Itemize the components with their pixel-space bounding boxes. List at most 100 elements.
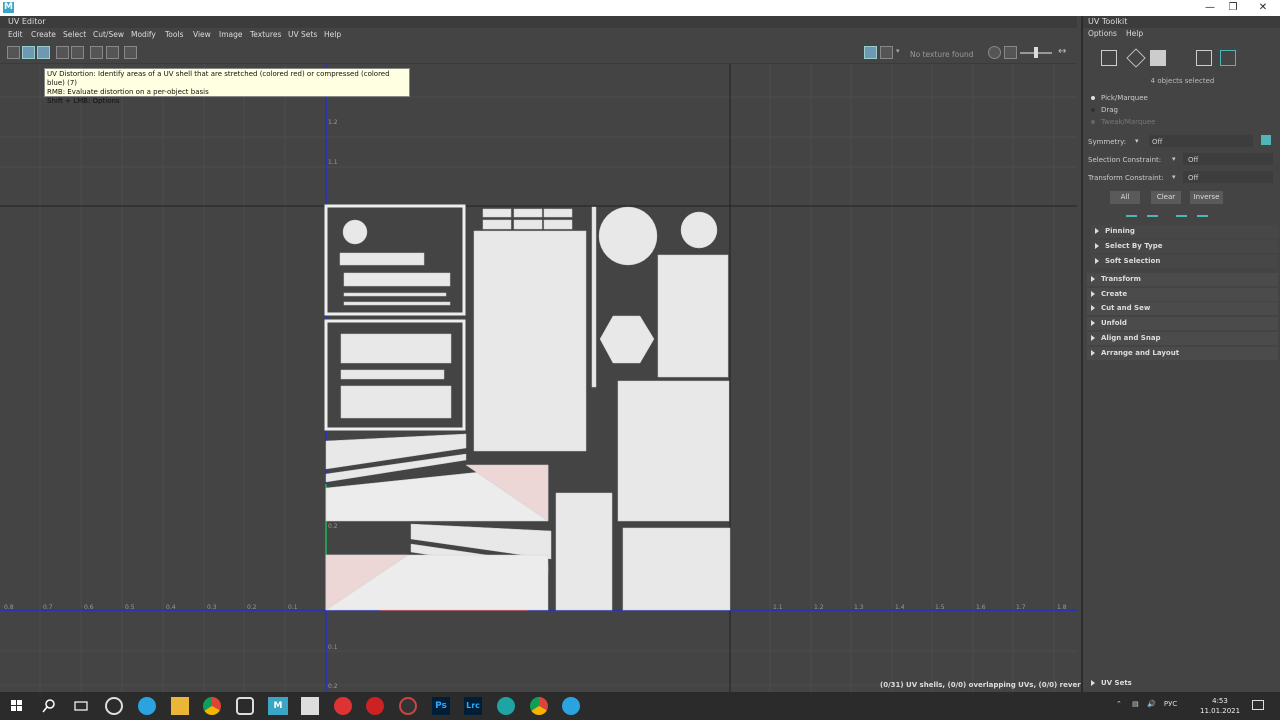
tray-language[interactable]: РУС xyxy=(1164,700,1177,708)
axis-label: 1.1 xyxy=(773,604,783,611)
tray-network-icon[interactable]: ▤ xyxy=(1132,700,1139,708)
clock-time: 4:53 xyxy=(1212,697,1228,705)
uv-shell-strip xyxy=(339,252,425,266)
uv-edges-icon[interactable] xyxy=(71,46,84,59)
checker-icon[interactable] xyxy=(22,46,35,59)
chevron-down-icon[interactable]: ▾ xyxy=(1172,173,1176,181)
menu-view[interactable]: View xyxy=(193,28,211,42)
mode-pick-marquee[interactable]: Pick/Marquee xyxy=(1091,94,1148,102)
uv-editor-menubar: Edit Create Select Cut/Sew Modify Tools … xyxy=(0,28,1077,42)
display-image-icon[interactable] xyxy=(864,46,877,59)
dropdown-chevron-icon[interactable]: ▾ xyxy=(896,47,900,55)
section-select-by-type[interactable]: Select By Type xyxy=(1091,240,1278,253)
close-icon[interactable]: ✕ xyxy=(1248,1,1278,15)
app-x-icon[interactable] xyxy=(301,697,319,715)
section-transform[interactable]: Transform xyxy=(1087,273,1278,286)
chrome-icon-2[interactable] xyxy=(530,697,548,715)
mode-tweak-marquee[interactable]: Tweak/Marquee xyxy=(1091,118,1155,126)
expand-arrow-icon xyxy=(1091,680,1095,686)
notifications-icon[interactable] xyxy=(1252,700,1264,710)
expand-icon[interactable]: ↔ xyxy=(1058,46,1066,57)
inverse-selection-button[interactable]: Inverse xyxy=(1190,191,1223,204)
menu-uv-sets[interactable]: UV Sets xyxy=(288,28,317,42)
lightroom-classic-icon[interactable]: Lrc xyxy=(464,697,482,715)
tray-speaker-icon[interactable]: 🔊 xyxy=(1147,700,1156,708)
section-pinning[interactable]: Pinning xyxy=(1091,225,1278,238)
menu-textures[interactable]: Textures xyxy=(250,28,281,42)
maya-icon[interactable]: M xyxy=(268,697,288,715)
select-all-button[interactable]: All xyxy=(1110,191,1140,204)
photoshop-icon[interactable]: Ps xyxy=(432,697,450,715)
menu-select[interactable]: Select xyxy=(63,28,86,42)
menu-create[interactable]: Create xyxy=(31,28,56,42)
menu-image[interactable]: Image xyxy=(219,28,243,42)
uv-distortion-icon[interactable] xyxy=(37,46,50,59)
uv-shells xyxy=(324,204,731,611)
section-unfold[interactable]: Unfold xyxy=(1087,317,1278,330)
app-red-icon[interactable] xyxy=(334,697,352,715)
select-uv-icon[interactable] xyxy=(1101,50,1117,66)
telegram-icon-2[interactable] xyxy=(562,697,580,715)
symmetry-grid-icon[interactable] xyxy=(1261,135,1271,145)
taskbar-clock[interactable]: 4:53 11.01.2021 xyxy=(1200,696,1240,716)
exposure-icon[interactable] xyxy=(988,46,1001,59)
exposure-slider-handle[interactable] xyxy=(1034,47,1038,58)
chrome-icon[interactable] xyxy=(203,697,221,715)
windows-start-icon[interactable] xyxy=(8,697,26,715)
uv-shell-panel-b xyxy=(340,369,445,380)
section-create[interactable]: Create xyxy=(1087,288,1278,301)
app-circle-icon[interactable] xyxy=(105,697,123,715)
chevron-down-icon[interactable]: ▾ xyxy=(1135,137,1139,145)
gamma-icon[interactable] xyxy=(1004,46,1017,59)
grow-selection-icon[interactable] xyxy=(1126,208,1137,217)
section-uv-sets[interactable]: UV Sets xyxy=(1087,677,1278,690)
shell-border-icon[interactable] xyxy=(56,46,69,59)
uv-shell-chip4 xyxy=(482,219,512,230)
tray-chevron-up-icon[interactable]: ⌃ xyxy=(1116,700,1122,708)
section-soft-selection[interactable]: Soft Selection xyxy=(1091,255,1278,268)
dim-image-icon[interactable] xyxy=(880,46,893,59)
uv-viewport[interactable]: 0.8 0.7 0.6 0.5 0.4 0.3 0.2 0.1 1.1 1.2 … xyxy=(0,64,1077,692)
app-s-icon[interactable] xyxy=(366,697,384,715)
axis-label: 1.3 xyxy=(854,604,864,611)
menu-modify[interactable]: Modify xyxy=(131,28,156,42)
section-align-and-snap[interactable]: Align and Snap xyxy=(1087,332,1278,345)
select-border-icon[interactable] xyxy=(1176,208,1187,217)
uv-shell-tall-rect xyxy=(555,492,613,611)
select-loop-icon[interactable] xyxy=(1197,208,1208,217)
clear-selection-button[interactable]: Clear xyxy=(1151,191,1181,204)
radio-off-icon xyxy=(1091,120,1095,124)
isolate-icon[interactable] xyxy=(106,46,119,59)
search-icon[interactable] xyxy=(40,697,58,715)
axis-label: 1.8 xyxy=(1057,604,1067,611)
task-view-icon[interactable] xyxy=(72,697,90,715)
menu-cut-sew[interactable]: Cut/Sew xyxy=(93,28,124,42)
section-arrange-and-layout[interactable]: Arrange and Layout xyxy=(1087,347,1278,360)
grid-toggle-icon[interactable] xyxy=(7,46,20,59)
section-cut-and-sew[interactable]: Cut and Sew xyxy=(1087,302,1278,315)
shrink-selection-icon[interactable] xyxy=(1147,208,1158,217)
edge-icon[interactable] xyxy=(497,697,515,715)
menu-tools[interactable]: Tools xyxy=(165,28,183,42)
toolkit-menu-help[interactable]: Help xyxy=(1126,29,1143,38)
restore-icon[interactable]: ❐ xyxy=(1218,1,1248,15)
snapshot-icon[interactable] xyxy=(124,46,137,59)
menu-help[interactable]: Help xyxy=(324,28,341,42)
select-fit-icon[interactable] xyxy=(1196,50,1212,66)
uv-editor-toolbar: ▾ No texture found ↔ xyxy=(0,42,1077,64)
file-explorer-icon[interactable] xyxy=(171,697,189,715)
symmetry-dropdown[interactable] xyxy=(1149,135,1253,147)
app-q-icon[interactable] xyxy=(236,697,254,715)
select-edge-icon[interactable] xyxy=(1126,48,1146,68)
toolkit-menu-options[interactable]: Options xyxy=(1088,29,1117,38)
select-grid-icon[interactable] xyxy=(1220,50,1236,66)
select-shell-icon[interactable] xyxy=(1150,50,1166,66)
chevron-down-icon[interactable]: ▾ xyxy=(1172,155,1176,163)
expand-arrow-icon xyxy=(1095,228,1099,234)
app-dark-icon[interactable] xyxy=(399,697,417,715)
menu-edit[interactable]: Edit xyxy=(8,28,23,42)
telegram-icon[interactable] xyxy=(138,697,156,715)
expand-arrow-icon xyxy=(1095,243,1099,249)
texture-borders-icon[interactable] xyxy=(90,46,103,59)
mode-drag[interactable]: Drag xyxy=(1091,106,1118,114)
